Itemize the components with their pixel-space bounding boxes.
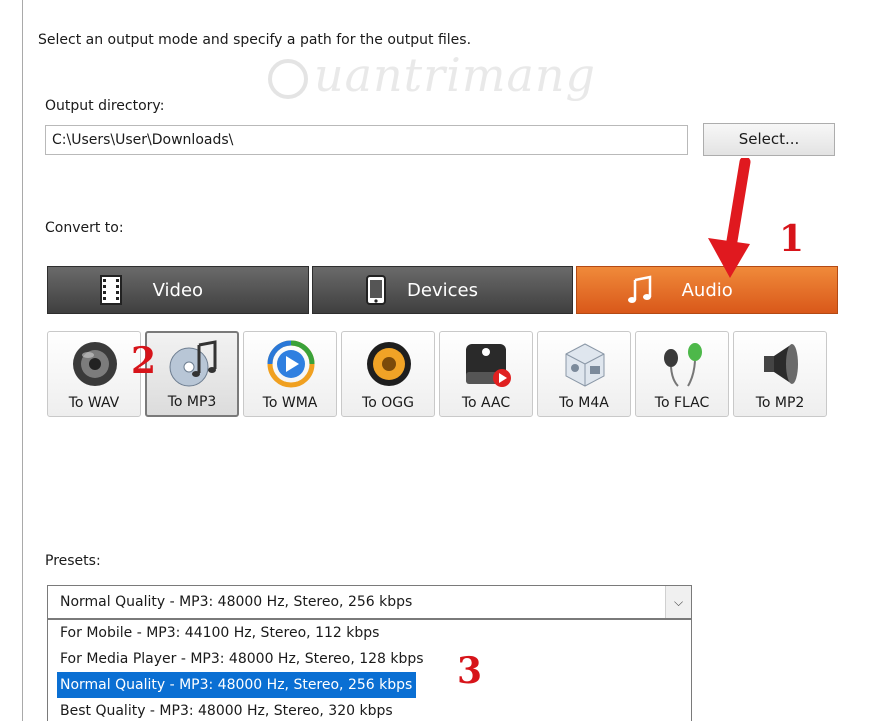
to-ogg-button[interactable]: To OGG [341,331,435,417]
chevron-down-icon[interactable]: ⌵ [665,586,691,618]
output-directory-label: Output directory: [45,98,165,114]
speaker-icon [73,342,117,386]
media-player-icon [267,340,315,388]
presets-label: Presets: [45,553,101,569]
step-3-annotation: 3 [457,650,483,692]
cd-music-icon [169,340,217,387]
preset-option[interactable]: For Mobile - MP3: 44100 Hz, Stereo, 112 … [48,620,691,646]
to-wav-label: To WAV [68,395,120,411]
earphones-icon [664,343,702,387]
intro-text: Select an output mode and specify a path… [38,32,472,48]
step-1-annotation: 1 [779,218,805,260]
to-aac-label: To AAC [461,395,511,411]
preset-option[interactable]: For Media Player - MP3: 48000 Hz, Stereo… [48,646,691,672]
to-mp3-label: To MP3 [167,394,217,410]
to-flac-button[interactable]: To FLAC [635,331,729,417]
to-mp2-label: To MP2 [755,395,805,411]
tab-video-label: Video [152,279,204,301]
phone-icon [365,275,386,305]
select-button[interactable]: Select... [703,123,835,156]
to-mp3-button[interactable]: To MP3 [145,331,239,417]
output-directory-input[interactable]: C:\Users\User\Downloads\ [45,125,688,155]
format-buttons: To WAV To MP3 To WMA To OGG To AAC To M4… [47,331,827,417]
to-wav-button[interactable]: To WAV [47,331,141,417]
to-mp2-button[interactable]: To MP2 [733,331,827,417]
tab-devices-label: Devices [407,279,478,301]
red-arrow-annotation [708,158,751,278]
ogg-speaker-icon [367,342,411,386]
to-wma-label: To WMA [262,395,318,411]
to-m4a-button[interactable]: To M4A [537,331,631,417]
watermark-text: uantrimang [314,48,596,102]
preset-option[interactable]: Best Quality - MP3: 48000 Hz, Stereo, 32… [48,698,691,724]
to-wma-button[interactable]: To WMA [243,331,337,417]
presets-select[interactable]: Normal Quality - MP3: 48000 Hz, Stereo, … [47,585,692,619]
loudspeaker-icon [764,344,798,384]
tab-devices[interactable]: Devices [311,266,574,314]
presets-dropdown-list: For Mobile - MP3: 44100 Hz, Stereo, 112 … [47,619,692,721]
watermark-logo: uantrimang [268,48,596,102]
step-2-annotation: 2 [131,340,157,382]
preset-option-highlighted[interactable]: Normal Quality - MP3: 48000 Hz, Stereo, … [57,672,417,698]
to-flac-label: To FLAC [654,395,710,411]
tab-video[interactable]: Video [47,266,309,314]
watermark-ring-icon [268,59,308,99]
presets-selected-value: Normal Quality - MP3: 48000 Hz, Stereo, … [60,594,413,610]
film-icon [100,275,122,305]
to-ogg-label: To OGG [362,395,414,411]
apple-aac-icon [466,344,511,387]
cube-icon [565,343,605,387]
to-m4a-label: To M4A [559,395,609,411]
music-note-icon [628,275,652,303]
convert-to-label: Convert to: [45,220,124,236]
to-aac-button[interactable]: To AAC [439,331,533,417]
